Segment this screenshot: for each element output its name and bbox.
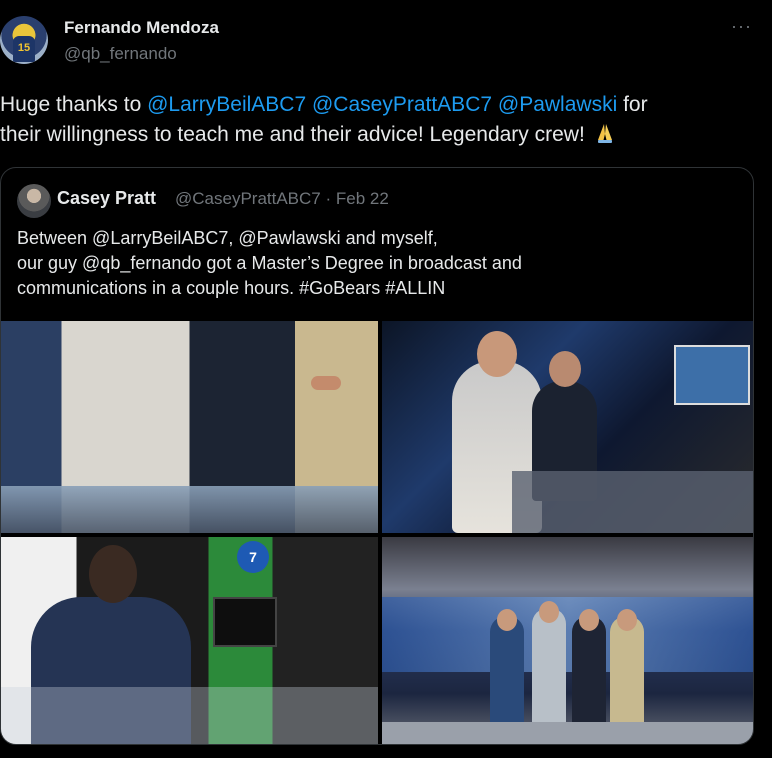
- tweet-text-line1-suffix: for: [617, 93, 648, 116]
- person-head: [477, 331, 517, 377]
- avatar-jersey-number: 15: [13, 36, 35, 62]
- group-person-3: [572, 616, 606, 726]
- group-person-2: [532, 608, 566, 726]
- quote-photo-1[interactable]: [1, 321, 378, 533]
- glass-desk: [1, 687, 378, 744]
- group-person-4: [610, 616, 644, 726]
- quote-text-line: communications in a couple hours. #GoBea…: [17, 278, 446, 298]
- group-person-1: [490, 616, 524, 726]
- studio-video-wall: [382, 597, 753, 672]
- quote-text-line: our guy @qb_fernando got a Master’s Degr…: [17, 253, 522, 273]
- person-head: [89, 545, 137, 603]
- quote-photo-2[interactable]: [382, 321, 753, 533]
- mention-caseypratt[interactable]: @CaseyPrattABC7: [312, 93, 492, 116]
- pointing-hand: [311, 376, 341, 390]
- studio-monitor: [674, 345, 750, 405]
- person-head: [579, 609, 599, 631]
- quote-photo-3[interactable]: 7: [1, 537, 378, 744]
- tweet-text: Huge thanks to @LarryBeilABC7 @CaseyPrat…: [0, 90, 760, 150]
- mention-larrybeil[interactable]: @LarryBeilABC7: [147, 93, 306, 116]
- studio-floor: [382, 722, 753, 744]
- quote-author-handle-date[interactable]: @CaseyPrattABC7 · Feb 22: [175, 189, 389, 209]
- more-options-icon[interactable]: ···: [731, 16, 752, 37]
- quote-text-line: Between @LarryBeilABC7, @Pawlawski and m…: [17, 228, 438, 248]
- author-avatar[interactable]: 15: [0, 16, 48, 64]
- teleprompter-monitor: [213, 597, 277, 647]
- person-head: [497, 609, 517, 631]
- quote-author-name[interactable]: Casey Pratt: [57, 188, 156, 209]
- person-head: [617, 609, 637, 631]
- author-name[interactable]: Fernando Mendoza: [64, 18, 219, 38]
- quote-author-avatar[interactable]: [17, 184, 51, 218]
- quote-photo-4[interactable]: [382, 537, 753, 744]
- abc7-logo: 7: [237, 541, 269, 573]
- quote-text: Between @LarryBeilABC7, @Pawlawski and m…: [17, 226, 737, 301]
- author-handle[interactable]: @qb_fernando: [64, 44, 177, 64]
- studio-desk: [512, 471, 753, 533]
- person-head: [549, 351, 581, 387]
- anchor-desk: [1, 486, 378, 533]
- tweet-text-line2: their willingness to teach me and their …: [0, 123, 585, 146]
- folded-hands-icon: [597, 124, 612, 143]
- tweet-text-prefix: Huge thanks to: [0, 93, 148, 116]
- quoted-tweet[interactable]: Casey Pratt @CaseyPrattABC7 · Feb 22 Bet…: [0, 167, 754, 745]
- mention-pawlawski[interactable]: @Pawlawski: [498, 93, 617, 116]
- person-head: [539, 601, 559, 623]
